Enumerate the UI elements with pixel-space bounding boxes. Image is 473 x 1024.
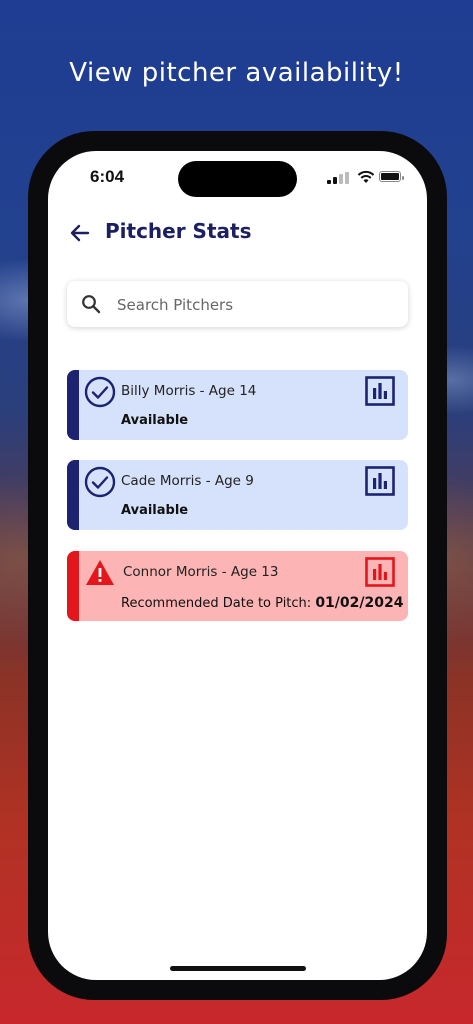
pitcher-card[interactable]: Billy Morris - Age 14 Available <box>67 370 408 440</box>
pitcher-card[interactable]: Connor Morris - Age 13 Recommended Date … <box>67 551 408 621</box>
signal-icon <box>339 174 343 184</box>
search-bar[interactable] <box>67 281 408 329</box>
bar-chart-icon[interactable] <box>365 557 395 587</box>
search-input[interactable] <box>115 281 399 329</box>
status-icons <box>327 170 404 184</box>
bar-chart-icon[interactable] <box>365 376 395 406</box>
pitcher-card[interactable]: Cade Morris - Age 9 Available <box>67 460 408 530</box>
app-screen: 6:04 Pitcher Stats Billy Morris - Age 14 <box>48 151 427 980</box>
check-circle-icon <box>84 376 116 408</box>
dynamic-island <box>178 161 297 197</box>
pitcher-status: Available <box>121 413 189 428</box>
home-indicator[interactable] <box>170 966 306 971</box>
page-title: Pitcher Stats <box>105 219 252 243</box>
arrow-left-icon[interactable] <box>68 221 92 245</box>
pitcher-name: Connor Morris - Age 13 <box>123 564 279 580</box>
recommended-date-label: Recommended Date to Pitch: <box>121 596 312 611</box>
signal-icon <box>333 177 337 184</box>
signal-icon <box>327 180 331 184</box>
check-circle-icon <box>84 466 116 498</box>
search-icon <box>82 295 101 314</box>
status-accent-bar <box>67 370 79 440</box>
promo-headline: View pitcher availability! <box>69 58 404 88</box>
warning-triangle-icon <box>86 560 114 585</box>
recommended-date: 01/02/2024 <box>315 595 404 611</box>
pitcher-status: Recommended Date to Pitch: 01/02/2024 <box>121 595 403 611</box>
wifi-icon <box>357 170 375 183</box>
status-time: 6:04 <box>90 167 125 186</box>
pitcher-status: Available <box>121 503 189 518</box>
signal-icon <box>345 172 349 184</box>
battery-icon <box>379 171 404 182</box>
status-accent-bar <box>67 551 79 621</box>
bar-chart-icon[interactable] <box>365 466 395 496</box>
pitcher-name: Cade Morris - Age 9 <box>121 473 254 489</box>
status-accent-bar <box>67 460 79 530</box>
pitcher-name: Billy Morris - Age 14 <box>121 383 257 399</box>
